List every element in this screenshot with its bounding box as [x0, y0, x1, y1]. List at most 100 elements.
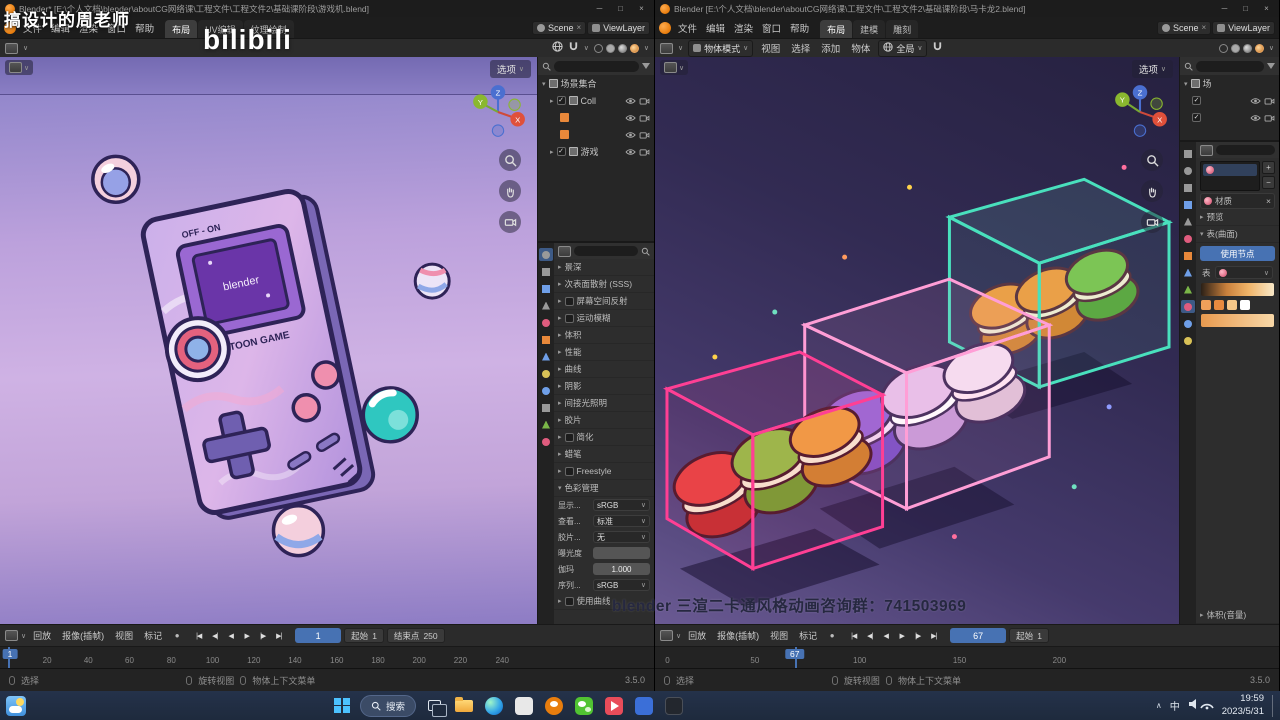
edge-browser-button[interactable] [482, 694, 506, 718]
editor-type-icon[interactable] [5, 42, 18, 54]
section-curves[interactable]: ▸ 曲线 [554, 361, 654, 378]
frame-end-field[interactable]: 结束点 250 [386, 628, 445, 643]
zoom-icon[interactable] [1141, 149, 1163, 171]
chevron-down-icon[interactable]: ∨ [678, 44, 683, 52]
section-simplify[interactable]: ▸ 简化 [554, 429, 654, 446]
section-shadows[interactable]: ▸ 阴影 [554, 378, 654, 395]
collection-checkbox[interactable]: ✓ [556, 147, 566, 156]
sphere-3[interactable] [361, 386, 419, 444]
display-device-dropdown[interactable]: sRGB ∨ [593, 499, 650, 511]
tab-physics-properties[interactable] [539, 384, 553, 397]
rendered-shading-icon[interactable] [1254, 43, 1264, 53]
maximize-button[interactable]: □ [1235, 1, 1256, 16]
pan-hand-icon[interactable] [499, 180, 521, 202]
auto-keying-icon[interactable]: ● [169, 628, 184, 643]
timeline-menu-view[interactable]: 视图 [766, 627, 792, 644]
tab-modifier-properties[interactable] [539, 350, 553, 363]
jump-end-button[interactable]: ▶| [926, 628, 941, 643]
outliner-row-object[interactable] [538, 126, 654, 143]
hide-eye-icon[interactable] [625, 114, 636, 122]
section-freestyle[interactable]: ▸ Freestyle [554, 463, 654, 480]
menu-add[interactable]: 添加 [818, 40, 843, 56]
unlink-icon[interactable]: × [1266, 196, 1271, 206]
mode-dropdown[interactable]: 物体模式 ∨ [688, 39, 754, 57]
blender-app-button[interactable] [542, 694, 566, 718]
menu-edit[interactable]: 编辑 [702, 19, 729, 37]
viewlayer-selector[interactable]: ViewLayer [1212, 20, 1275, 35]
next-keyframe-button[interactable]: |▶ [255, 628, 270, 643]
tab-scene-properties[interactable] [1181, 215, 1195, 228]
tab-layout[interactable]: 布局 [165, 20, 198, 38]
magnet-icon[interactable] [568, 41, 579, 55]
color-ramp-widget[interactable] [1201, 283, 1274, 296]
viewport-editor-chip[interactable]: ∨ [660, 60, 689, 75]
frame-start-field[interactable]: 起始 1 [1009, 628, 1049, 643]
auto-keying-icon[interactable]: ● [824, 628, 839, 643]
color-swatch[interactable] [1240, 300, 1250, 310]
tab-output-properties[interactable] [1181, 181, 1195, 194]
search-icon[interactable] [1184, 62, 1193, 71]
tab-material-properties[interactable] [1181, 300, 1195, 313]
menu-window[interactable]: 窗口 [758, 19, 785, 37]
outliner-row-scene[interactable]: ▾ 场 [1180, 75, 1279, 92]
material-name-field[interactable]: 材质 × [1200, 193, 1275, 209]
outliner-row-game[interactable]: ▸ ✓ 游戏 [538, 143, 654, 160]
sphere-2[interactable] [413, 262, 451, 300]
viewport-3d-left[interactable]: OFF - ON blender TOON GAME ∨ 选项 ∨ Z Y X [0, 57, 537, 624]
timeline-ruler-left[interactable]: 20 40 60 80 100 120 140 160 180 200 220 … [0, 646, 654, 668]
sequencer-dropdown[interactable]: sRGB ∨ [593, 579, 650, 591]
pan-hand-icon[interactable] [1141, 180, 1163, 202]
view-transform-dropdown[interactable]: 标准 ∨ [593, 515, 650, 527]
macaron-box-magenta[interactable] [662, 350, 887, 607]
section-surface[interactable]: ▾ 表(曲面) [1196, 226, 1279, 243]
file-explorer-button[interactable] [452, 694, 476, 718]
section-indirect-lighting[interactable]: ▸ 间接光照明 [554, 395, 654, 412]
chevron-down-icon[interactable]: ∨ [644, 44, 649, 52]
base-color-field[interactable] [1201, 314, 1274, 327]
timeline-editor-icon[interactable] [660, 630, 673, 641]
outliner-row-collection[interactable]: ✓ [1180, 92, 1279, 109]
blender-menu-icon[interactable] [659, 21, 671, 34]
filter-icon[interactable] [642, 63, 650, 69]
scene-selector[interactable]: Scene × [1156, 20, 1212, 35]
render-camera-icon[interactable] [1264, 97, 1275, 105]
solid-shading-icon[interactable] [605, 43, 615, 53]
editor-type-icon[interactable] [9, 62, 22, 73]
menu-view[interactable]: 视图 [758, 40, 783, 56]
frame-start-field[interactable]: 起始 1 [344, 628, 384, 643]
menu-help[interactable]: 帮助 [131, 19, 158, 37]
gamma-slider[interactable]: 1.000 [593, 563, 650, 575]
jump-start-button[interactable]: |◀ [191, 628, 206, 643]
media-player-button[interactable] [602, 694, 626, 718]
shading-mode-switch[interactable] [1218, 43, 1264, 53]
play-button[interactable]: ▶ [894, 628, 909, 643]
taskbar-search[interactable]: 搜索 [360, 694, 417, 717]
wechat-button[interactable] [572, 694, 596, 718]
material-shading-icon[interactable] [1242, 43, 1252, 53]
camera-view-icon[interactable] [1141, 211, 1163, 233]
current-frame-field[interactable]: 67 [950, 628, 1007, 643]
color-swatch[interactable] [1227, 300, 1237, 310]
material-shading-icon[interactable] [617, 43, 627, 53]
tab-sculpting[interactable]: 雕刻 [886, 20, 919, 38]
wireframe-shading-icon[interactable] [1218, 43, 1228, 53]
section-preview[interactable]: ▸ 预览 [1196, 209, 1279, 226]
section-checkbox[interactable] [564, 296, 574, 306]
menu-file[interactable]: 文件 [674, 19, 701, 37]
render-camera-icon[interactable] [1264, 114, 1275, 122]
properties-search-input[interactable] [574, 246, 638, 256]
material-slots[interactable] [1200, 161, 1260, 191]
section-depth-of-field[interactable]: ▸ 景深 [554, 259, 654, 276]
hide-eye-icon[interactable] [625, 148, 636, 156]
tab-material-properties[interactable] [539, 435, 553, 448]
hide-eye-icon[interactable] [1250, 114, 1261, 122]
use-nodes-button[interactable]: 使用节点 [1200, 246, 1275, 261]
section-film[interactable]: ▸ 胶片 [554, 412, 654, 429]
chevron-down-icon[interactable]: ∨ [1269, 44, 1274, 52]
outliner-search-input[interactable] [554, 60, 639, 72]
outliner-row-collection[interactable]: ✓ [1180, 109, 1279, 126]
properties-search-input[interactable] [1216, 145, 1275, 155]
editor-type-icon[interactable] [660, 42, 673, 54]
jump-end-button[interactable]: ▶| [271, 628, 286, 643]
viewport-options-button[interactable]: 选项 ∨ [489, 60, 531, 78]
